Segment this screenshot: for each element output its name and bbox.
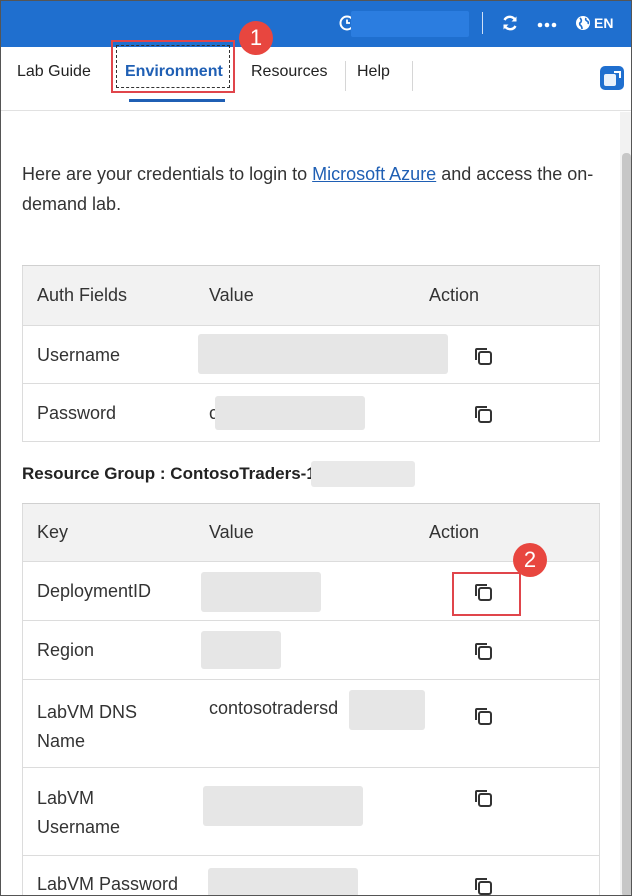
- column-header: Auth Fields: [37, 285, 128, 305]
- field-label: DeploymentID: [37, 581, 152, 601]
- field-label: LabVM DNS Name: [37, 702, 138, 751]
- intro-text: Here are your credentials to login to Mi…: [22, 164, 594, 214]
- table-row: Region: [22, 621, 600, 680]
- column-header: Value: [209, 522, 254, 542]
- value-redacted: [349, 690, 425, 730]
- tab-divider: [345, 61, 346, 91]
- field-value: contosotradersd: [209, 698, 339, 718]
- globe-icon: [576, 16, 590, 30]
- active-tab-indicator: [129, 99, 225, 102]
- tab-resources[interactable]: Resources: [251, 47, 327, 97]
- top-bar: EN: [1, 1, 631, 47]
- column-header: Action: [429, 285, 480, 305]
- language-selector[interactable]: EN: [575, 13, 613, 33]
- tab-bar: Lab Guide Environment Resources Help: [1, 47, 631, 111]
- divider: [482, 12, 483, 34]
- step1-badge: 1: [239, 21, 273, 55]
- value-redacted: [203, 786, 363, 826]
- value-redacted: [208, 868, 358, 895]
- copy-icon[interactable]: [473, 788, 493, 808]
- column-header: Value: [209, 285, 254, 305]
- tab-divider: [412, 61, 413, 91]
- copy-icon[interactable]: [473, 404, 493, 424]
- tab-help[interactable]: Help: [357, 47, 390, 97]
- field-label: Password: [37, 403, 117, 423]
- language-label: EN: [594, 15, 614, 31]
- copy-icon[interactable]: [473, 641, 493, 661]
- value-redacted: [198, 334, 448, 374]
- field-label: LabVM Password: [37, 874, 179, 894]
- step1-highlight: [111, 40, 235, 93]
- ellipsis-icon[interactable]: [537, 14, 557, 32]
- field-label: Region: [37, 640, 95, 660]
- tab-lab-guide[interactable]: Lab Guide: [17, 47, 91, 97]
- copy-icon[interactable]: [473, 706, 493, 726]
- field-label: Username: [37, 345, 121, 365]
- expand-panel-icon[interactable]: [600, 66, 624, 90]
- column-header: Key: [37, 522, 69, 542]
- value-redacted: [201, 572, 321, 612]
- column-header: Action: [429, 522, 480, 542]
- auth-table: Auth Fields Value Action Username Passwo…: [22, 265, 600, 442]
- timer-display: [351, 11, 469, 37]
- refresh-icon[interactable]: [501, 14, 519, 32]
- table-row: LabVM DNS Name contosotradersd: [22, 680, 600, 768]
- step2-highlight: [452, 572, 521, 616]
- copy-icon[interactable]: [473, 346, 493, 366]
- field-label: LabVM Username: [37, 788, 121, 837]
- copy-icon[interactable]: [473, 876, 493, 896]
- azure-link[interactable]: Microsoft Azure: [312, 164, 436, 184]
- scrollbar-thumb[interactable]: [622, 153, 631, 895]
- app-frame: EN Lab Guide Environment Resources Help …: [0, 0, 632, 896]
- value-redacted: [311, 461, 415, 487]
- step2-badge: 2: [513, 543, 547, 577]
- table-row: LabVM Password: [22, 856, 600, 896]
- table-row: LabVM Username: [22, 768, 600, 856]
- value-redacted: [215, 396, 365, 430]
- table-row: Password c: [22, 384, 600, 442]
- value-redacted: [201, 631, 281, 669]
- resource-group-title: Resource Group : ContosoTraders-1: [22, 464, 316, 483]
- table-header: Auth Fields Value Action: [22, 266, 600, 326]
- table-row: Username: [22, 326, 600, 384]
